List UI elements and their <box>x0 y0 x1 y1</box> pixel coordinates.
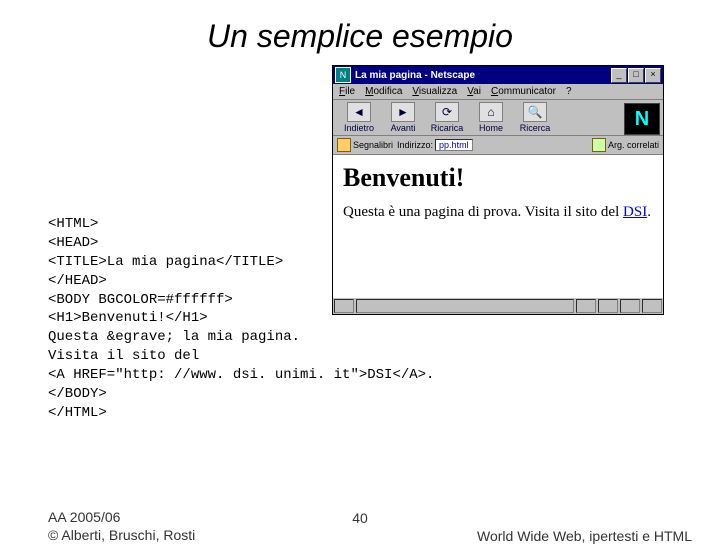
back-button[interactable]: ◄ Indietro <box>337 102 381 133</box>
html-source-code: <HTML> <HEAD> <TITLE>La mia pagina</TITL… <box>48 215 434 423</box>
window-titlebar: N La mia pagina - Netscape _ □ × <box>333 66 663 84</box>
menu-go[interactable]: Vai <box>467 86 481 97</box>
netscape-logo: N <box>624 103 660 135</box>
footer-topic: World Wide Web, ipertesti e HTML <box>477 528 692 544</box>
status-cell <box>598 299 618 313</box>
reload-button[interactable]: ⟳ Ricarica <box>425 102 469 133</box>
window-title: La mia pagina - Netscape <box>355 70 611 81</box>
address-label: Indirizzo: <box>397 140 433 150</box>
menu-bar: File Modifica Visualizza Vai Communicato… <box>333 84 663 100</box>
search-button[interactable]: 🔍 Ricerca <box>513 102 557 133</box>
minimize-button[interactable]: _ <box>611 68 627 83</box>
menu-communicator[interactable]: Communicator <box>491 86 556 97</box>
forward-arrow-icon: ► <box>391 102 415 122</box>
status-cell <box>642 299 662 313</box>
bookmark-icon <box>337 138 351 152</box>
footer-authors: © Alberti, Bruschi, Rosti <box>48 526 195 544</box>
back-arrow-icon: ◄ <box>347 102 371 122</box>
status-cell <box>620 299 640 313</box>
page-number: 40 <box>0 510 720 526</box>
content-area: N La mia pagina - Netscape _ □ × File Mo… <box>0 65 720 425</box>
page-heading: Benvenuti! <box>343 163 653 193</box>
toolbar: ◄ Indietro ► Avanti ⟳ Ricarica ⌂ Home 🔍 … <box>333 100 663 136</box>
address-field[interactable]: pp.html <box>435 139 473 151</box>
search-icon: 🔍 <box>523 102 547 122</box>
close-button[interactable]: × <box>645 68 661 83</box>
maximize-button[interactable]: □ <box>628 68 644 83</box>
menu-edit[interactable]: Modifica <box>365 86 402 97</box>
page-link-dsi[interactable]: DSI <box>623 204 647 220</box>
forward-button[interactable]: ► Avanti <box>381 102 425 133</box>
status-cell <box>576 299 596 313</box>
menu-file[interactable]: File <box>339 86 355 97</box>
slide-title: Un semplice esempio <box>0 18 720 55</box>
home-icon: ⌂ <box>479 102 503 122</box>
menu-view[interactable]: Visualizza <box>412 86 457 97</box>
bookmarks-button[interactable]: Segnalibri <box>337 138 393 152</box>
menu-help[interactable]: ? <box>566 86 572 97</box>
location-bar: Segnalibri Indirizzo: pp.html Arg. corre… <box>333 136 663 155</box>
home-button[interactable]: ⌂ Home <box>469 102 513 133</box>
related-button[interactable]: Arg. correlati <box>592 138 659 152</box>
reload-icon: ⟳ <box>435 102 459 122</box>
related-icon <box>592 138 606 152</box>
app-icon: N <box>335 67 351 83</box>
